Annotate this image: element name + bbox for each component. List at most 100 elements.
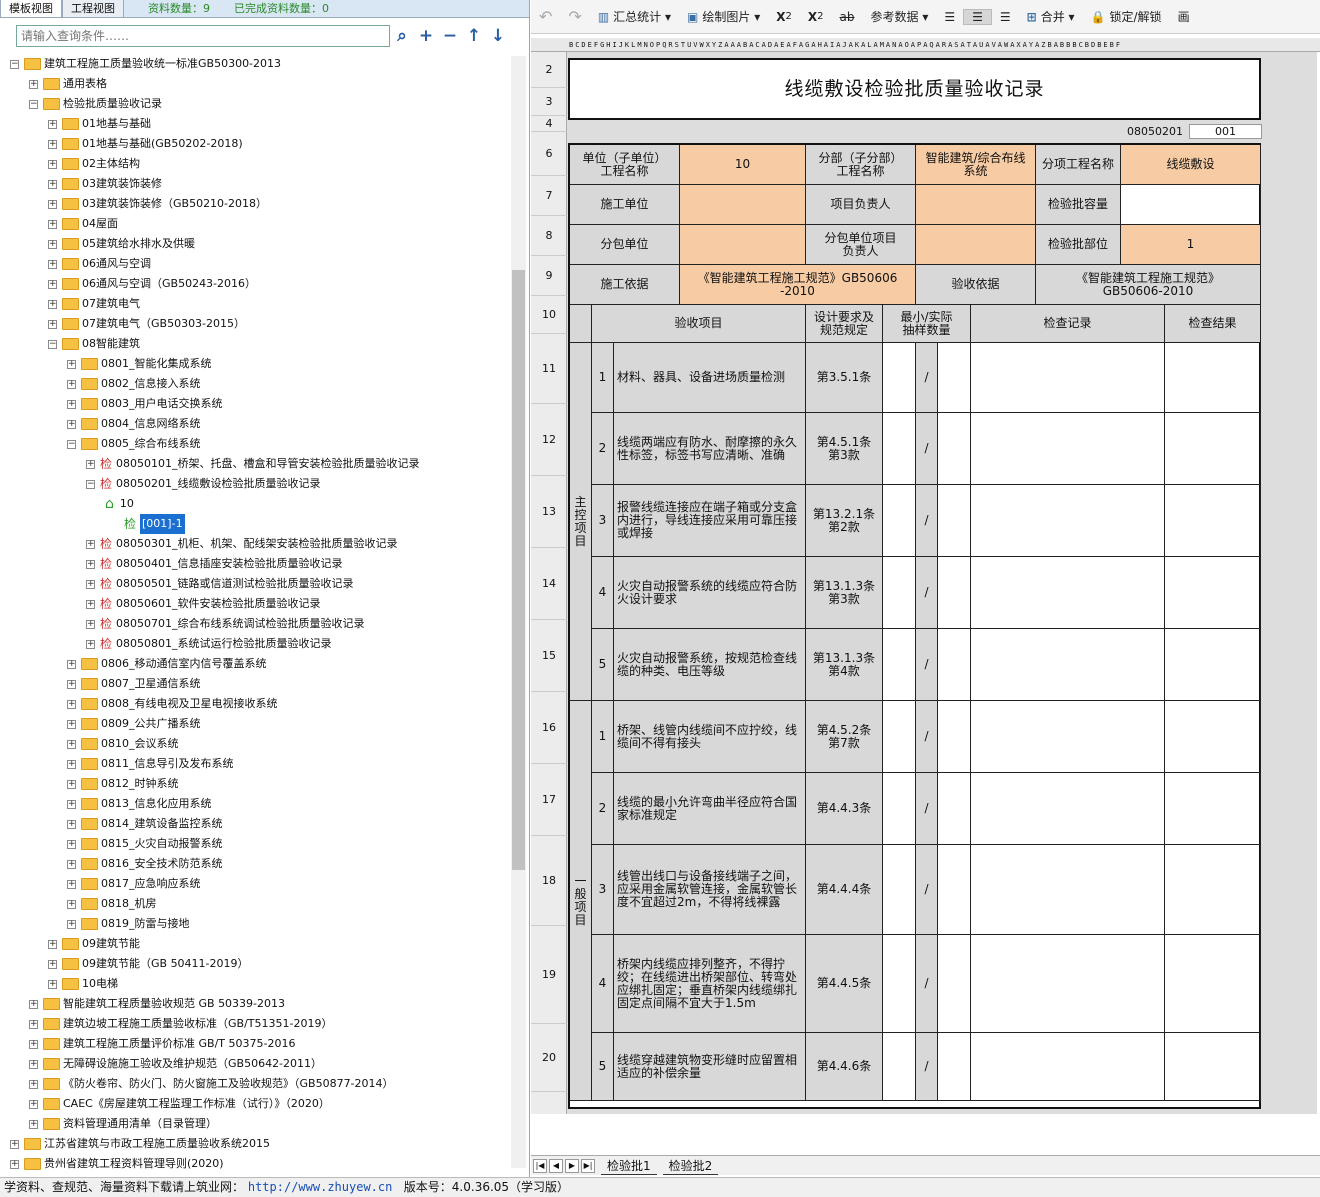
- expand-toggle-icon[interactable]: +: [48, 239, 57, 249]
- min-count[interactable]: [883, 773, 916, 845]
- result-cell[interactable]: [1165, 701, 1261, 773]
- sample-count[interactable]: [938, 343, 971, 413]
- expand-toggle-icon[interactable]: +: [48, 279, 57, 289]
- min-count[interactable]: [883, 701, 916, 773]
- next-sheet-button[interactable]: ▶: [565, 1158, 579, 1173]
- expand-toggle-icon[interactable]: +: [67, 399, 76, 409]
- constructor-value[interactable]: [680, 185, 806, 225]
- expand-toggle-icon[interactable]: −: [29, 99, 38, 109]
- tree-node[interactable]: +0810_会议系统: [67, 734, 179, 754]
- row-number[interactable]: 8: [531, 216, 567, 256]
- tree-node[interactable]: +0809_公共广播系统: [67, 714, 201, 734]
- item-value[interactable]: 线缆敷设: [1121, 145, 1261, 185]
- row-number[interactable]: 12: [531, 404, 567, 476]
- tab-template-view[interactable]: 模板视图: [0, 0, 62, 17]
- expand-toggle-icon[interactable]: +: [48, 139, 57, 149]
- tree-node[interactable]: + 检 08050801_系统试运行检验批质量验收记录: [86, 634, 332, 654]
- result-cell[interactable]: [1165, 629, 1261, 701]
- tree-node[interactable]: + 资料管理通用清单（目录管理）: [29, 1114, 217, 1134]
- expand-toggle-icon[interactable]: +: [29, 1119, 38, 1129]
- tree-node[interactable]: +09建筑节能: [48, 934, 140, 954]
- record-cell[interactable]: [971, 629, 1165, 701]
- record-cell[interactable]: [971, 413, 1165, 485]
- row-number[interactable]: 7: [531, 176, 567, 216]
- tree-node[interactable]: +07建筑电气: [48, 294, 140, 314]
- tree-node[interactable]: +0814_建筑设备监控系统: [67, 814, 223, 834]
- tree-node[interactable]: + 《防火卷帘、防火门、防火窗施工及验收规范》（GB50877-2014）: [29, 1074, 394, 1094]
- align-right-button[interactable]: ☰: [992, 10, 1019, 24]
- expand-toggle-icon[interactable]: +: [67, 799, 76, 809]
- tree-node[interactable]: − 检 08050201_线缆敷设检验批质量验收记录: [86, 474, 321, 494]
- tree-node[interactable]: +01地基与基础: [48, 114, 151, 134]
- tree-node[interactable]: − 检验批质量验收记录: [29, 94, 162, 114]
- prev-sheet-button[interactable]: ◀: [549, 1158, 563, 1173]
- tree-node[interactable]: + 检 08050501_链路或信道测试检验批质量验收记录: [86, 574, 354, 594]
- expand-toggle-icon[interactable]: +: [48, 939, 57, 949]
- expand-toggle-icon[interactable]: +: [48, 199, 57, 209]
- expand-toggle-icon[interactable]: +: [29, 1019, 38, 1029]
- tree-node[interactable]: + 江苏省建筑与市政工程施工质量验收系统2015: [10, 1134, 270, 1154]
- tree-node[interactable]: +0817_应急响应系统: [67, 874, 201, 894]
- sample-count[interactable]: [938, 413, 971, 485]
- expand-toggle-icon[interactable]: +: [86, 459, 95, 469]
- row-number[interactable]: 10: [531, 296, 567, 334]
- tree-node[interactable]: +01地基与基础(GB50202-2018): [48, 134, 243, 154]
- website-link[interactable]: http://www.zhuyew.cn: [248, 1180, 393, 1194]
- row-number[interactable]: 17: [531, 764, 567, 836]
- pm-value[interactable]: [916, 185, 1036, 225]
- expand-toggle-icon[interactable]: +: [29, 1039, 38, 1049]
- tree-node[interactable]: +07建筑电气（GB50303-2015）: [48, 314, 245, 334]
- row-number[interactable]: 3: [531, 88, 567, 116]
- summary-button[interactable]: ▥ 汇总统计 ▾: [590, 8, 679, 25]
- search-icon[interactable]: ⌕: [390, 26, 414, 46]
- draw-button[interactable]: 画: [1170, 8, 1198, 25]
- tree-node[interactable]: + 通用表格: [29, 74, 107, 94]
- record-cell[interactable]: [971, 845, 1165, 935]
- expand-toggle-icon[interactable]: −: [48, 339, 57, 349]
- expand-toggle-icon[interactable]: +: [67, 759, 76, 769]
- tree-node[interactable]: +06通风与空调（GB50243-2016）: [48, 274, 256, 294]
- expand-toggle-icon[interactable]: +: [29, 1059, 38, 1069]
- expand-toggle-icon[interactable]: +: [10, 1159, 19, 1169]
- tree-node[interactable]: + 检 08050601_软件安装检验批质量验收记录: [86, 594, 321, 614]
- sheet-tab-2[interactable]: 检验批2: [662, 1157, 719, 1175]
- sample-count[interactable]: [938, 773, 971, 845]
- tree-node[interactable]: + CAEC《房屋建筑工程监理工作标准（试行）》（2020）: [29, 1094, 330, 1114]
- tree-node[interactable]: +0802_信息接入系统: [67, 374, 201, 394]
- expand-toggle-icon[interactable]: +: [29, 79, 38, 89]
- tree-node[interactable]: + 检 08050301_机柜、机架、配线架安装检验批质量验收记录: [86, 534, 398, 554]
- record-cell[interactable]: [971, 557, 1165, 629]
- reference-data-button[interactable]: 参考数据 ▾: [862, 8, 936, 25]
- tree-node[interactable]: +04屋面: [48, 214, 118, 234]
- tree-node[interactable]: + 无障碍设施施工验收及维护规范（GB50642-2011）: [29, 1054, 322, 1074]
- align-center-button[interactable]: ☰: [963, 8, 992, 25]
- result-cell[interactable]: [1165, 773, 1261, 845]
- expand-toggle-icon[interactable]: +: [48, 179, 57, 189]
- row-number[interactable]: 19: [531, 926, 567, 1024]
- expand-toggle-icon[interactable]: +: [29, 1099, 38, 1109]
- expand-toggle-icon[interactable]: +: [67, 359, 76, 369]
- row-number[interactable]: 9: [531, 256, 567, 296]
- expand-toggle-icon[interactable]: +: [48, 299, 57, 309]
- sample-count[interactable]: [938, 935, 971, 1033]
- row-number[interactable]: 11: [531, 334, 567, 404]
- last-sheet-button[interactable]: ▶|: [581, 1158, 595, 1173]
- sample-count[interactable]: [938, 1033, 971, 1101]
- expand-toggle-icon[interactable]: +: [67, 879, 76, 889]
- align-left-button[interactable]: ☰: [936, 10, 963, 24]
- min-count[interactable]: [883, 845, 916, 935]
- min-count[interactable]: [883, 413, 916, 485]
- row-number[interactable]: 4: [531, 116, 567, 132]
- tree-node[interactable]: +0813_信息化应用系统: [67, 794, 212, 814]
- tree-node[interactable]: +0812_时钟系统: [67, 774, 179, 794]
- superscript-button[interactable]: X2: [768, 10, 800, 24]
- sample-count[interactable]: [938, 557, 971, 629]
- expand-toggle-icon[interactable]: +: [67, 699, 76, 709]
- tree-node[interactable]: +03建筑装饰装修（GB50210-2018）: [48, 194, 267, 214]
- tree-node[interactable]: +0803_用户电话交换系统: [67, 394, 223, 414]
- min-count[interactable]: [883, 1033, 916, 1101]
- row-number[interactable]: 20: [531, 1024, 567, 1092]
- tree-node[interactable]: ⌂ 10: [105, 494, 134, 514]
- expand-toggle-icon[interactable]: +: [67, 719, 76, 729]
- tree-node[interactable]: + 检 08050401_信息插座安装检验批质量验收记录: [86, 554, 343, 574]
